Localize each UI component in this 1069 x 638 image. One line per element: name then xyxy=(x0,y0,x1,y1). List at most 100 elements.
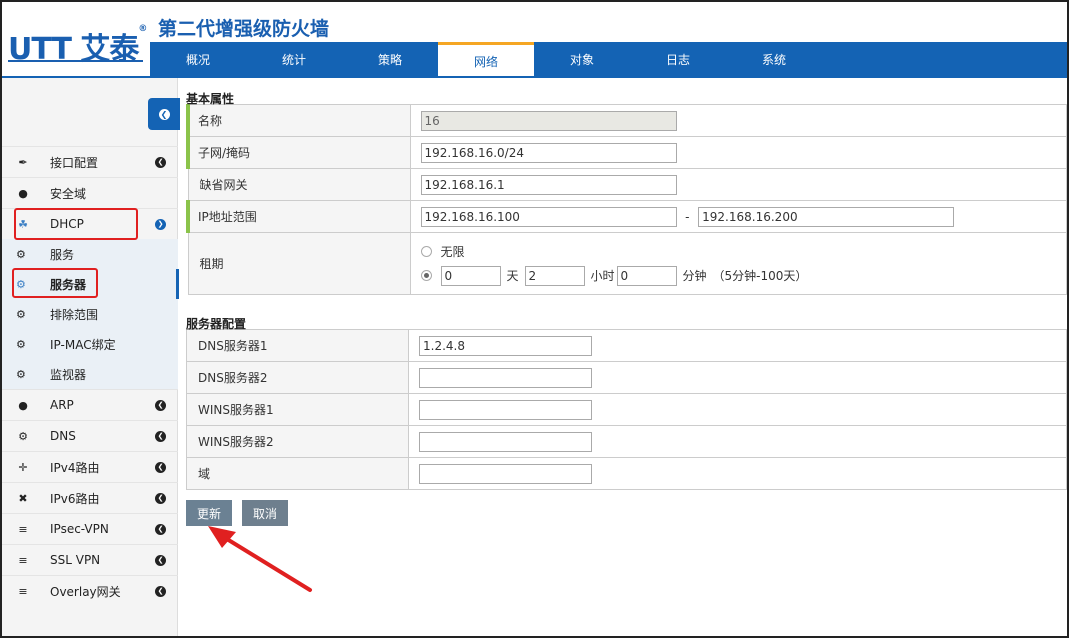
name-field[interactable] xyxy=(420,110,677,131)
dns2-label: DNS服务器2 xyxy=(186,361,409,394)
lease-unlimited-option[interactable]: 无限 xyxy=(420,240,1067,264)
sidebar-item-label: SSL VPN xyxy=(50,553,101,567)
gateway-field[interactable] xyxy=(420,174,677,195)
sidebar-item-label: IPv4路由 xyxy=(50,460,100,475)
move-icon: ✛ xyxy=(18,460,28,474)
sidebar-item-label: IPv6路由 xyxy=(50,491,100,506)
wins2-cell xyxy=(408,425,1067,458)
lease-label: 租期 xyxy=(187,232,411,295)
range-separator: - xyxy=(685,209,690,224)
sidebar-item-arp[interactable]: ● ARP ❮ xyxy=(2,389,178,420)
sidebar-item-interface[interactable]: ✒ 接口配置 ❮ xyxy=(2,146,178,177)
sidebar-item-ipv6-route[interactable]: ✖ IPv6路由 ❮ xyxy=(2,482,178,513)
sidebar-subitem-label: 监视器 xyxy=(50,367,87,382)
sidebar-item-label: 接口配置 xyxy=(50,155,99,170)
domain-label: 域 xyxy=(186,457,409,490)
dns1-field[interactable] xyxy=(419,335,592,356)
tab-system[interactable]: 系统 xyxy=(726,42,822,76)
form-row-subnet: 子网/掩码 xyxy=(186,136,1067,169)
dns2-cell xyxy=(408,361,1067,394)
subnet-field[interactable] xyxy=(420,142,677,163)
top-nav: 概况 统计 策略 网络 对象 日志 系统 xyxy=(150,42,1067,76)
chevron-left-icon: ❮ xyxy=(155,461,166,473)
domain-cell xyxy=(408,457,1067,490)
sidebar-subitem-ip-mac-binding[interactable]: ⚙ IP-MAC绑定 xyxy=(2,329,178,359)
sidebar-item-ipsec-vpn[interactable]: ≡ IPsec-VPN ❮ xyxy=(2,513,178,544)
annotation-arrow xyxy=(208,526,312,592)
sidebar-item-dns[interactable]: ⚙ DNS ❮ xyxy=(2,420,178,451)
form-row-domain: 域 xyxy=(186,457,1067,490)
tab-objects[interactable]: 对象 xyxy=(534,42,630,76)
sidebar-subitem-exclude-range[interactable]: ⚙ 排除范围 xyxy=(2,299,178,329)
lease-unlimited-radio[interactable] xyxy=(420,246,432,257)
annotation-box-server xyxy=(12,268,98,298)
dns2-field[interactable] xyxy=(419,367,592,388)
form-row-lease: 租期 无限 天 小时 分钟 （5分钟-100天） xyxy=(187,232,1067,295)
tab-policy[interactable]: 策略 xyxy=(342,42,438,76)
form-row-dns1: DNS服务器1 xyxy=(186,329,1067,362)
server-section-title: 服务器配置 xyxy=(186,317,247,331)
gear-icon: ⚙ xyxy=(16,247,26,261)
name-cell xyxy=(409,104,1067,137)
app-title: 第二代增强级防火墙 xyxy=(158,18,330,40)
list-icon: ≡ xyxy=(18,584,28,598)
tab-overview[interactable]: 概况 xyxy=(150,42,246,76)
form-row-wins2: WINS服务器2 xyxy=(186,425,1067,458)
dns1-label: DNS服务器1 xyxy=(186,329,409,362)
lease-cell: 无限 天 小时 分钟 （5分钟-100天） xyxy=(409,232,1067,295)
list-icon: ≡ xyxy=(18,553,28,567)
wins2-label: WINS服务器2 xyxy=(186,425,409,458)
gears-icon: ⚙ xyxy=(18,429,28,443)
domain-field[interactable] xyxy=(419,463,592,484)
lease-hint: （5分钟-100天） xyxy=(712,269,808,283)
sidebar: ❮ ✒ 接口配置 ❮ ● 安全域 ☘ DHCP ❯ ⚙ 服务 ⚙ 服务器 ⚙ 排… xyxy=(2,78,180,636)
sidebar-item-label: 安全域 xyxy=(50,186,87,201)
sidebar-item-label: IPsec-VPN xyxy=(50,522,109,536)
wins1-field[interactable] xyxy=(419,399,592,420)
sidebar-item-ipv4-route[interactable]: ✛ IPv4路由 ❮ xyxy=(2,451,178,482)
tab-logs[interactable]: 日志 xyxy=(630,42,726,76)
sidebar-subitem-monitor[interactable]: ⚙ 监视器 xyxy=(2,359,178,389)
sidebar-subitem-label: 排除范围 xyxy=(50,307,99,322)
tab-network[interactable]: 网络 xyxy=(438,42,534,76)
gateway-cell xyxy=(409,168,1067,201)
chevron-left-icon: ❮ xyxy=(155,430,166,442)
chevron-left-icon: ❮ xyxy=(155,554,166,566)
wins1-label: WINS服务器1 xyxy=(186,393,409,426)
form-row-ip-range: IP地址范围 - xyxy=(186,200,1067,233)
gear-icon: ⚙ xyxy=(16,337,26,351)
sidebar-item-label: DNS xyxy=(50,429,76,443)
dns1-cell xyxy=(408,329,1067,362)
globe-icon: ● xyxy=(18,186,28,200)
lease-hours-field[interactable] xyxy=(524,265,585,286)
form-row-name: 名称 xyxy=(186,104,1067,137)
lease-days-unit: 天 xyxy=(506,269,519,283)
ip-range-end-field[interactable] xyxy=(698,206,955,227)
expand-icon: ✖ xyxy=(18,491,28,505)
sidebar-subitem-service[interactable]: ⚙ 服务 xyxy=(2,239,178,269)
sidebar-collapse-button[interactable]: ❮ xyxy=(148,98,180,130)
lease-unlimited-label: 无限 xyxy=(440,245,465,259)
sidebar-subitem-label: IP-MAC绑定 xyxy=(50,337,116,352)
dhcp-submenu: ⚙ 服务 ⚙ 服务器 ⚙ 排除范围 ⚙ IP-MAC绑定 ⚙ 监视器 xyxy=(2,239,179,389)
wins2-field[interactable] xyxy=(419,431,592,452)
annotation-box-dhcp xyxy=(14,208,138,240)
logo-area: UTT 艾泰® xyxy=(2,2,150,76)
lease-custom-radio[interactable] xyxy=(420,270,432,281)
lease-days-field[interactable] xyxy=(440,265,501,286)
form-row-dns2: DNS服务器2 xyxy=(186,361,1067,394)
ip-range-label: IP地址范围 xyxy=(186,200,411,233)
chevron-left-icon: ❮ xyxy=(155,492,166,504)
sidebar-item-ssl-vpn[interactable]: ≡ SSL VPN ❮ xyxy=(2,544,178,575)
chevron-left-icon: ❮ xyxy=(158,108,170,120)
ip-range-start-field[interactable] xyxy=(420,206,677,227)
lease-minutes-field[interactable] xyxy=(616,265,677,286)
wins1-cell xyxy=(408,393,1067,426)
sidebar-item-security-zone[interactable]: ● 安全域 xyxy=(2,177,178,208)
globe-icon: ● xyxy=(18,398,28,412)
gateway-label: 缺省网关 xyxy=(187,168,411,201)
sidebar-item-overlay-gateway[interactable]: ≡ Overlay网关 ❮ xyxy=(2,575,178,606)
sidebar-subitem-label: 服务 xyxy=(50,247,75,262)
tab-statistics[interactable]: 统计 xyxy=(246,42,342,76)
lease-minutes-unit: 分钟 xyxy=(682,269,707,283)
